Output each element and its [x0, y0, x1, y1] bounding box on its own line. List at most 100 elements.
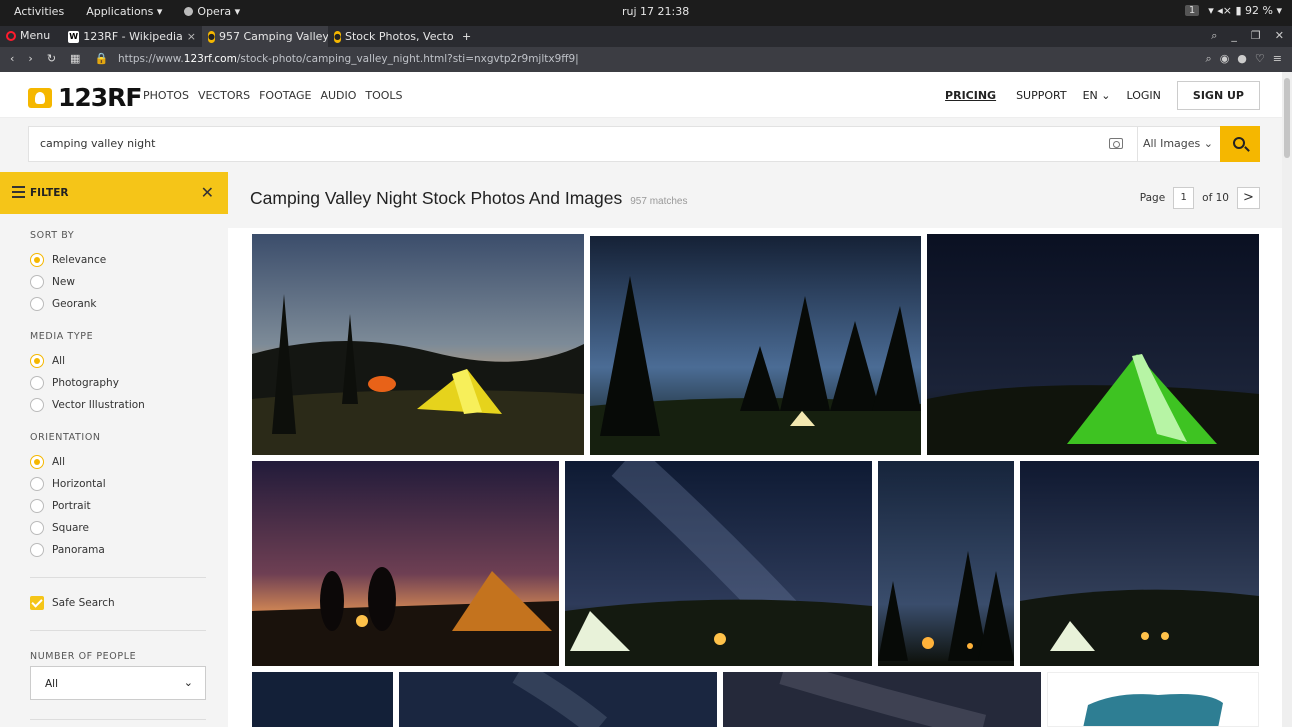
- radio[interactable]: [30, 477, 44, 491]
- radio[interactable]: [30, 398, 44, 412]
- result-image[interactable]: [590, 236, 921, 455]
- orientation-square-option[interactable]: Square: [30, 521, 89, 535]
- radio[interactable]: [30, 376, 44, 390]
- radio[interactable]: [30, 543, 44, 557]
- media-vector-option[interactable]: Vector Illustration: [30, 398, 145, 412]
- status-icons[interactable]: ▾ ◂× ▮ 92 % ▾: [1208, 4, 1282, 17]
- 123rf-logo-icon: [28, 87, 52, 108]
- reload-icon[interactable]: ↻: [47, 52, 56, 65]
- result-image[interactable]: [399, 672, 717, 727]
- opera-app-menu[interactable]: Opera ▾: [184, 5, 240, 18]
- activities-button[interactable]: Activities: [14, 5, 64, 18]
- media-all-option[interactable]: All: [30, 354, 65, 368]
- clock[interactable]: ruj 17 21:38: [622, 5, 689, 18]
- search-input[interactable]: camping valley night: [40, 137, 155, 150]
- language-select[interactable]: EN ⌄: [1083, 89, 1111, 102]
- radio-selected[interactable]: [30, 455, 44, 469]
- wikipedia-favicon-icon: W: [68, 30, 80, 43]
- result-image[interactable]: [723, 672, 1041, 727]
- radio[interactable]: [30, 297, 44, 311]
- media-photography-option[interactable]: Photography: [30, 376, 119, 390]
- opera-logo-icon: [6, 30, 16, 41]
- scrollbar-thumb[interactable]: [1284, 78, 1290, 158]
- camera-search-icon[interactable]: [1109, 138, 1123, 149]
- safe-search-option[interactable]: Safe Search: [30, 596, 115, 610]
- sort-relevance-option[interactable]: Relevance: [30, 253, 106, 267]
- workspace-indicator[interactable]: 1: [1184, 5, 1200, 16]
- radio[interactable]: [30, 521, 44, 535]
- signup-button[interactable]: SIGN UP: [1176, 81, 1260, 110]
- page-scrollbar[interactable]: [1282, 72, 1292, 727]
- result-image[interactable]: [927, 234, 1259, 455]
- sort-new-option[interactable]: New: [30, 275, 75, 289]
- page-input[interactable]: 1: [1173, 187, 1195, 209]
- new-tab-button[interactable]: +: [456, 26, 476, 47]
- orientation-panorama-option[interactable]: Panorama: [30, 543, 105, 557]
- image-grid: [228, 228, 1292, 727]
- address-bar: ‹ › ↻ ▦ 🔒 https://www.123rf.com/stock-ph…: [0, 47, 1292, 72]
- radio[interactable]: [30, 499, 44, 513]
- result-image[interactable]: [565, 461, 872, 666]
- nav-footage[interactable]: FOOTAGE: [259, 89, 311, 102]
- tab-search-icon[interactable]: ⌕: [1211, 29, 1217, 43]
- system-top-bar: Activities Applications ▾ Opera ▾ ruj 17…: [0, 0, 1292, 26]
- results-count: 957 matches: [630, 196, 688, 207]
- close-filter-icon[interactable]: ✕: [201, 183, 214, 202]
- filter-header[interactable]: FILTER ✕: [0, 172, 228, 214]
- vpn-shield-icon[interactable]: ●: [1237, 52, 1247, 66]
- search-section: camping valley night All Images ⌄: [0, 118, 1292, 172]
- radio[interactable]: [30, 275, 44, 289]
- people-select[interactable]: All ⌄: [30, 666, 206, 700]
- nav-vectors[interactable]: VECTORS: [198, 89, 250, 102]
- result-image[interactable]: [252, 672, 393, 727]
- nav-audio[interactable]: AUDIO: [320, 89, 356, 102]
- divider: [30, 630, 206, 631]
- result-image[interactable]: [252, 234, 584, 455]
- radio-selected[interactable]: [30, 253, 44, 267]
- nav-pricing[interactable]: PRICING: [945, 89, 996, 102]
- opera-menu-button[interactable]: Menu: [6, 29, 50, 42]
- easy-setup-icon[interactable]: ≡: [1273, 52, 1282, 66]
- url-field[interactable]: https://www.123rf.com/stock-photo/campin…: [118, 50, 1178, 69]
- restore-icon[interactable]: ❐: [1251, 29, 1261, 43]
- result-image[interactable]: [1047, 672, 1259, 727]
- orientation-all-option[interactable]: All: [30, 455, 65, 469]
- nav-support[interactable]: SUPPORT: [1016, 89, 1067, 102]
- media-type-title: MEDIA TYPE: [30, 331, 94, 342]
- orientation-horizontal-option[interactable]: Horizontal: [30, 477, 106, 491]
- results-header: Camping Valley Night Stock Photos And Im…: [228, 172, 1292, 228]
- opera-icon: [184, 7, 194, 16]
- search-button[interactable]: [1220, 126, 1260, 162]
- tab-stock-photos[interactable]: ● Stock Photos, Vecto ×: [328, 26, 454, 47]
- speed-dial-icon[interactable]: ▦: [70, 52, 80, 65]
- checkbox-checked[interactable]: [30, 596, 44, 610]
- tab-wikipedia[interactable]: W 123RF - Wikipedia ×: [62, 26, 202, 47]
- close-window-icon[interactable]: ✕: [1275, 29, 1284, 43]
- sort-georank-option[interactable]: Georank: [30, 297, 97, 311]
- close-tab-icon[interactable]: ×: [187, 30, 196, 43]
- result-image[interactable]: [1020, 461, 1259, 666]
- media-type-select[interactable]: All Images ⌄: [1143, 137, 1213, 150]
- result-image[interactable]: [878, 461, 1014, 666]
- sort-by-title: SORT BY: [30, 230, 75, 241]
- nav-tools[interactable]: TOOLS: [365, 89, 402, 102]
- result-image[interactable]: [252, 461, 559, 666]
- back-icon[interactable]: ‹: [10, 52, 14, 65]
- snapshot-icon[interactable]: ◉: [1220, 52, 1230, 66]
- next-page-button[interactable]: >: [1237, 187, 1260, 209]
- search-box: camping valley night All Images ⌄: [28, 126, 1260, 162]
- forward-icon[interactable]: ›: [28, 52, 32, 65]
- tab-camping-valley[interactable]: ● 957 Camping Valley N ×: [202, 26, 328, 47]
- site-header: 123RF PHOTOS VECTORS FOOTAGE AUDIO TOOLS…: [0, 72, 1292, 118]
- radio-selected[interactable]: [30, 354, 44, 368]
- filter-sliders-icon: [12, 186, 25, 198]
- filter-sidebar: SORT BY Relevance New Georank MEDIA TYPE…: [0, 214, 228, 727]
- search-page-icon[interactable]: ⌕: [1206, 52, 1212, 66]
- site-logo[interactable]: 123RF: [28, 83, 143, 112]
- nav-photos[interactable]: PHOTOS: [143, 89, 189, 102]
- applications-menu[interactable]: Applications ▾: [86, 5, 162, 18]
- minimize-icon[interactable]: _: [1231, 29, 1237, 43]
- orientation-portrait-option[interactable]: Portrait: [30, 499, 91, 513]
- heart-icon[interactable]: ♡: [1255, 52, 1265, 66]
- login-link[interactable]: LOGIN: [1127, 89, 1161, 102]
